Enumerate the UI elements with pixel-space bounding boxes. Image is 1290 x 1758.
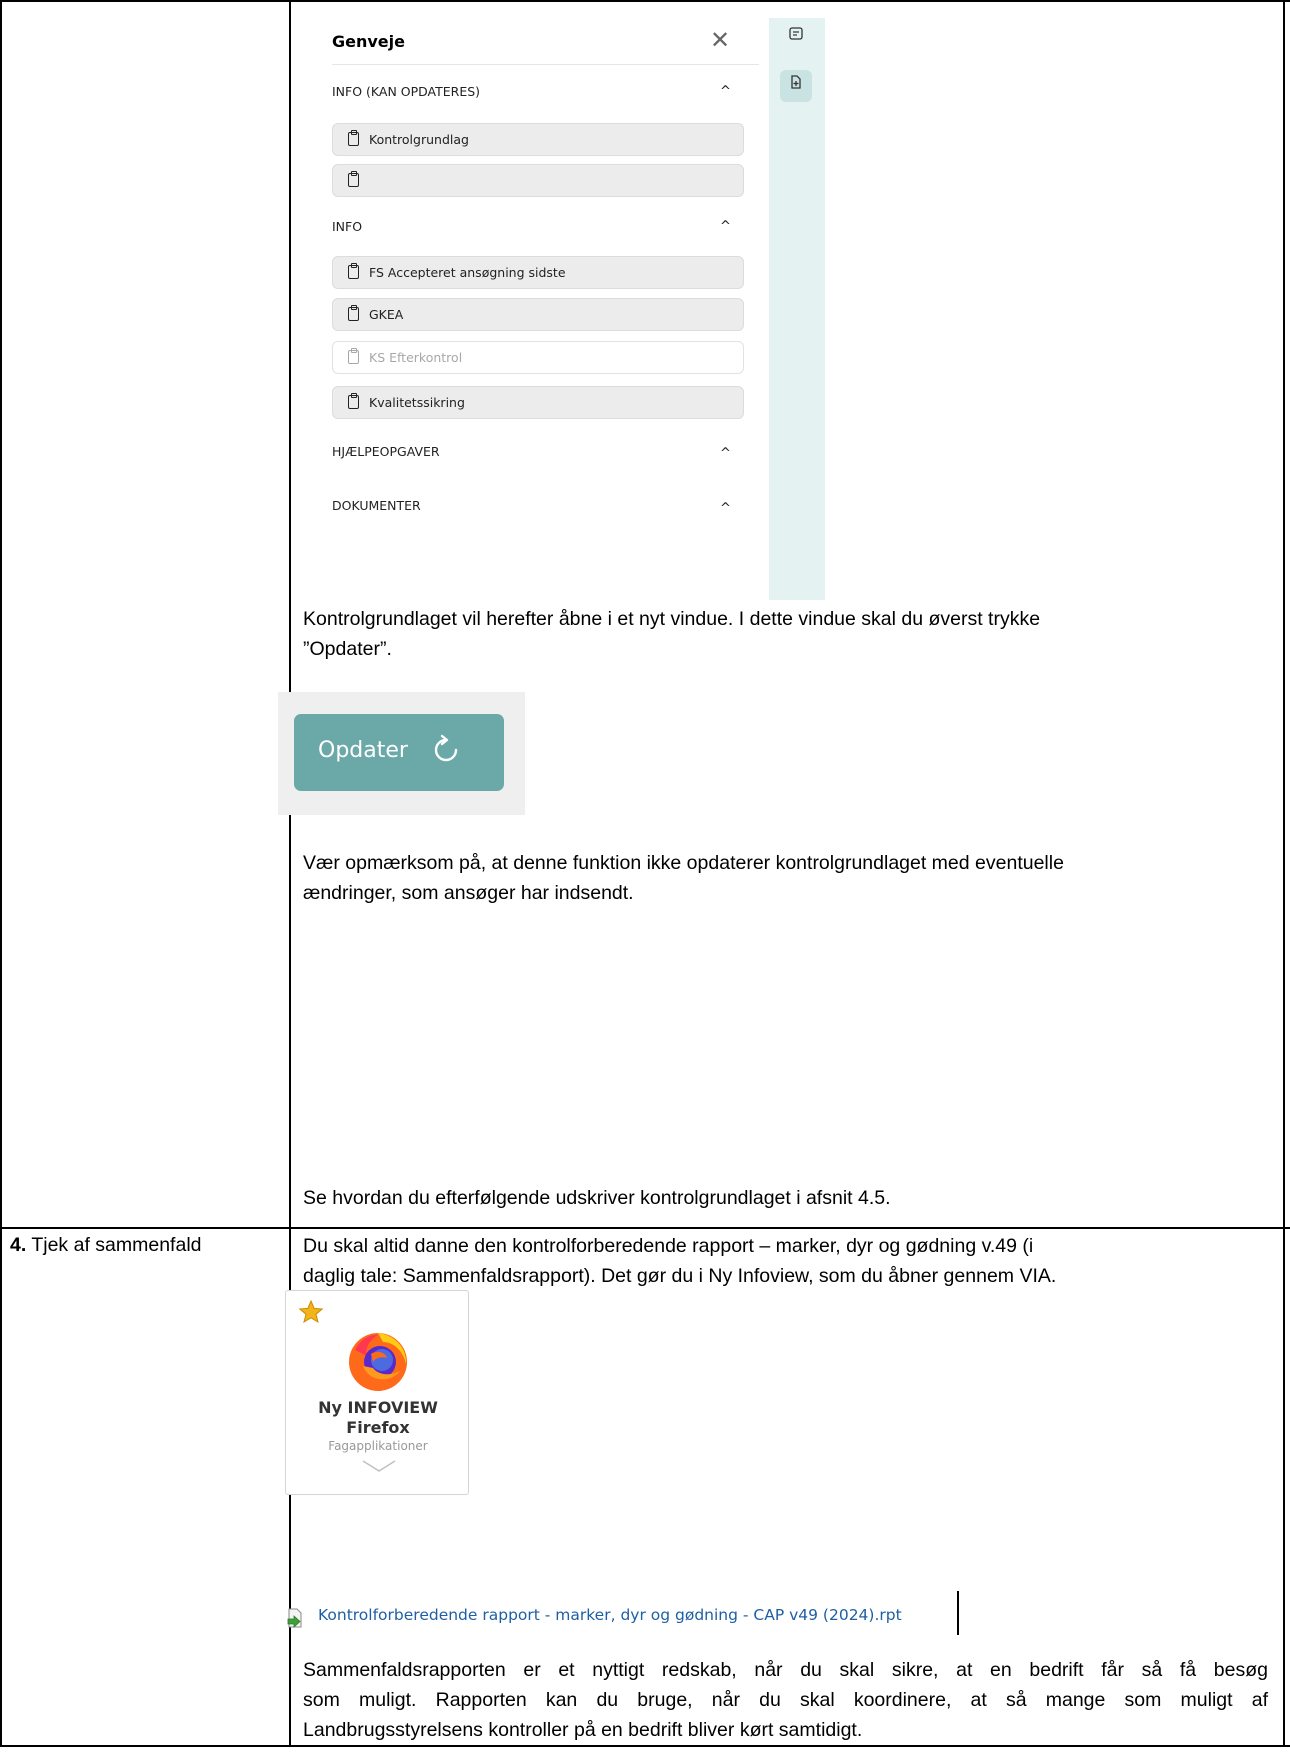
paragraph-instructions: Du skal altid danne den kontrolforberede…: [303, 1231, 1268, 1291]
firefox-icon: [349, 1333, 407, 1391]
star-icon[interactable]: [298, 1299, 324, 1325]
paragraph-open-window: Kontrolgrundlaget vil herefter åbne i et…: [303, 604, 1268, 664]
clipboard-icon: [348, 305, 359, 321]
chevron-down-icon[interactable]: [361, 1459, 397, 1473]
chevron-up-icon[interactable]: ^: [720, 84, 731, 99]
close-icon[interactable]: ✕: [710, 26, 730, 54]
app-tile-ny-infoview[interactable]: Ny INFOVIEW Firefox Fagapplikationer: [285, 1290, 469, 1495]
shortcut-item-label: GKEA: [369, 307, 404, 322]
text-line: ændringer, som ansøger har indsendt.: [303, 882, 634, 904]
text-line: Vær opmærksom på, at denne funktion ikke…: [303, 852, 1064, 874]
tile-name-line2: Firefox: [346, 1418, 410, 1437]
text-line: Du skal altid danne den kontrolforberede…: [303, 1235, 1034, 1257]
clipboard-icon: [348, 171, 359, 187]
table-border-left: [0, 0, 2, 1747]
text-line: ”Opdater”.: [303, 638, 392, 660]
clipboard-icon: [348, 130, 359, 146]
update-button[interactable]: Opdater: [294, 714, 504, 791]
shortcuts-panel: Genveje ✕ INFO (KAN OPDATERES) ^ Kontrol…: [310, 18, 825, 600]
shortcut-item-ks-efterkontrol: KS Efterkontrol: [332, 341, 744, 374]
chevron-up-icon[interactable]: ^: [720, 219, 731, 234]
report-file-icon: [287, 1608, 302, 1628]
tile-category: Fagapplikationer: [328, 1439, 428, 1453]
paragraph-print-reference: Se hvordan du efterfølgende udskriver ko…: [303, 1183, 1268, 1213]
panel-title: Genveje: [332, 32, 405, 51]
shortcut-item-gkea[interactable]: GKEA: [332, 298, 744, 331]
row-number: 4.: [10, 1234, 27, 1256]
table-border-top: [0, 0, 1290, 2]
shortcut-item-label: Kvalitetssikring: [369, 395, 465, 410]
update-button-label: Opdater: [318, 738, 408, 763]
notes-icon[interactable]: [780, 22, 812, 54]
shortcut-item-kontrolgrundlag[interactable]: Kontrolgrundlag: [332, 123, 744, 156]
section-info-updatable[interactable]: INFO (KAN OPDATERES): [332, 84, 480, 99]
shortcut-item-label: FS Accepteret ansøgning sidste: [369, 265, 566, 280]
shortcut-item-fs-accepteret[interactable]: FS Accepteret ansøgning sidste: [332, 256, 744, 289]
add-document-icon[interactable]: [780, 70, 812, 102]
shortcuts-side-rail: [769, 18, 825, 600]
shortcut-item-label: Kontrolgrundlag: [369, 132, 469, 147]
text-line: Kontrolgrundlaget vil herefter åbne i et…: [303, 608, 1041, 630]
text-line: Se hvordan du efterfølgende udskriver ko…: [303, 1187, 891, 1209]
report-link[interactable]: Kontrolforberedende rapport - marker, dy…: [318, 1606, 902, 1624]
shortcut-item-kvalitetssikring[interactable]: Kvalitetssikring: [332, 386, 744, 419]
shortcut-item-empty[interactable]: [332, 164, 744, 197]
clipboard-icon: [348, 263, 359, 279]
shortcut-item-label: KS Efterkontrol: [369, 350, 463, 365]
refresh-icon: [434, 734, 458, 762]
text-line: daglig tale: Sammenfaldsrapport). Det gø…: [303, 1265, 1057, 1287]
section-info[interactable]: INFO: [332, 219, 362, 234]
paragraph-note: Vær opmærksom på, at denne funktion ikke…: [303, 848, 1268, 908]
table-border-bottom: [0, 1745, 1290, 1747]
paragraph-purpose: Sammenfaldsrapporten er et nyttigt redsk…: [303, 1655, 1268, 1745]
tile-name-line1: Ny INFOVIEW: [318, 1398, 438, 1417]
text-cursor: [957, 1591, 959, 1635]
clipboard-icon: [348, 348, 359, 364]
section-hjaelpeopgaver[interactable]: HJÆLPEOPGAVER: [332, 444, 440, 459]
table-border-right: [1283, 0, 1285, 1747]
table-row-divider: [0, 1227, 1290, 1229]
chevron-up-icon[interactable]: ^: [720, 446, 731, 461]
text-line: Landbrugsstyrelsens kontroller på en bed…: [303, 1719, 863, 1741]
row-label: 4. Tjek af sammenfald: [10, 1230, 202, 1260]
clipboard-icon: [348, 393, 359, 409]
panel-divider: [332, 64, 759, 65]
section-dokumenter[interactable]: DOKUMENTER: [332, 498, 421, 513]
row-title: Tjek af sammenfald: [31, 1234, 202, 1256]
chevron-up-icon[interactable]: ^: [720, 501, 731, 516]
text-line: som muligt. Rapporten kan du bruge, når …: [303, 1689, 1268, 1711]
text-line: Sammenfaldsrapporten er et nyttigt redsk…: [303, 1659, 1268, 1681]
